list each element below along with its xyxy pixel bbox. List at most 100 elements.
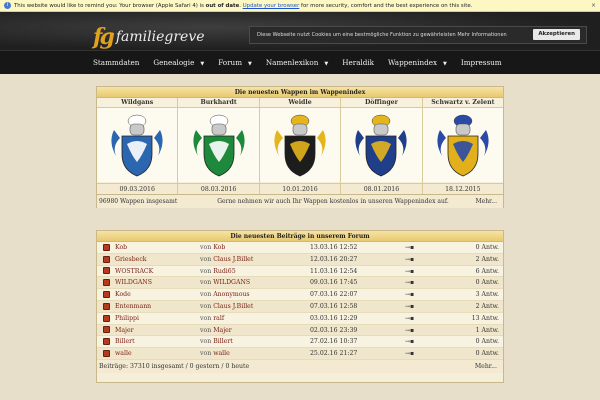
topic-book-icon — [97, 277, 115, 288]
von-label: von — [200, 338, 212, 346]
table-row[interactable]: walle von walle 25.02.16 21:27 →▪ 0 Antw. — [97, 348, 503, 360]
wappen-item[interactable]: Weidle 10.01.2016 — [259, 98, 342, 194]
table-row[interactable]: Kode von Anonymous 07.03.16 22:07 →▪ 3 Antw. — [97, 289, 503, 301]
last-post-icon[interactable]: →▪ — [405, 313, 460, 324]
topic-date: 12.03.16 20:27 — [310, 255, 358, 263]
author-name[interactable]: Claus J.Billet — [213, 256, 253, 263]
forum-more-link[interactable]: Mehr... — [469, 360, 503, 373]
wappen-name: Burkhardt — [178, 98, 259, 108]
coat-of-arms-icon[interactable] — [97, 108, 178, 182]
warning-bold: out of date — [205, 3, 240, 9]
last-post-icon[interactable]: →▪ — [405, 301, 460, 312]
last-post-icon[interactable]: →▪ — [405, 348, 460, 359]
topic-title[interactable]: Philippi — [115, 313, 200, 324]
topic-answers: 3 Antw. — [475, 291, 499, 299]
nav-item-label: Heraldik — [342, 58, 375, 67]
coat-of-arms-icon[interactable] — [259, 108, 341, 182]
topic-answers: 1 Antw. — [475, 326, 499, 334]
topic-answers: 0 Antw. — [475, 244, 499, 251]
author-name[interactable]: Rudi65 — [213, 268, 235, 275]
table-row[interactable]: WOSTRACK von Rudi65 11.03.16 12:54 →▪ 6 Antw… — [97, 265, 503, 278]
nav-item-heraldik[interactable]: Heraldik — [342, 51, 374, 74]
cookie-accept-button[interactable]: Akzeptieren — [533, 29, 580, 40]
topic-answers: 0 Antw. — [475, 279, 499, 287]
topic-date: 02.03.16 23:39 — [310, 326, 358, 334]
author-name[interactable]: Majer — [213, 327, 232, 334]
author-name[interactable]: walle — [213, 350, 230, 357]
nav-item-genealogie[interactable]: Genealogie ▼ — [153, 51, 204, 74]
table-row[interactable]: WILDGANS von WILDGANS 09.03.16 17:45 →▪ 0 An… — [97, 277, 503, 290]
table-row[interactable]: Kob von Kob 13.03.16 12:52 →▪ 0 Antw. — [97, 242, 503, 254]
author-name[interactable]: Claus J.Billet — [213, 303, 253, 310]
topic-author: von walle — [200, 348, 310, 359]
coat-of-arms-icon[interactable] — [178, 108, 259, 182]
author-name[interactable]: WILDGANS — [213, 279, 250, 286]
nav-item-label: Stammdaten — [93, 58, 140, 67]
topic-title[interactable]: Kode — [115, 289, 200, 300]
last-post-icon[interactable]: →▪ — [405, 266, 460, 277]
topic-title[interactable]: WILDGANS — [115, 277, 200, 288]
last-post-icon[interactable]: →▪ — [405, 336, 460, 347]
von-label: von — [200, 255, 212, 263]
nav-item-label: Genealogie — [153, 58, 195, 67]
topic-answers: 6 Antw. — [475, 267, 499, 275]
von-label: von — [200, 326, 212, 334]
wappen-notice: Gerne nehmen wir auch Ihr Wappen kostenl… — [217, 198, 449, 205]
wappen-date: 18.12.2015 — [422, 183, 504, 194]
wappen-more-link[interactable]: Mehr... — [469, 195, 503, 208]
caret-down-icon: ▼ — [324, 61, 329, 67]
nav-item-impressum[interactable]: Impressum — [461, 51, 502, 74]
author-name[interactable]: Anonymous — [213, 291, 249, 298]
site-logo[interactable]: fg familiegreve — [93, 26, 205, 48]
wappen-item[interactable]: Schwartz v. Zelent 18.12.2015 — [422, 98, 504, 194]
wappen-item[interactable]: Burkhardt 08.03.2016 — [178, 98, 260, 194]
wappen-name: Wildgans — [97, 98, 178, 108]
last-post-icon[interactable]: →▪ — [405, 242, 460, 253]
site-header: fg familiegreve Diese Webseite nutzt Coo… — [0, 12, 600, 50]
topic-title[interactable]: WOSTRACK — [115, 266, 200, 277]
last-post-icon[interactable]: →▪ — [405, 277, 460, 288]
nav-item-namenlexikon[interactable]: Namenlexikon ▼ — [266, 51, 328, 74]
topic-title[interactable]: walle — [115, 348, 200, 359]
topic-title[interactable]: Kob — [115, 242, 200, 253]
topic-date: 03.03.16 12:29 — [310, 314, 358, 322]
topic-author: von Anonymous — [200, 289, 310, 300]
author-name[interactable]: Billert — [213, 338, 233, 345]
topic-date: 25.02.16 21:27 — [310, 350, 358, 358]
nav-item-wappenindex[interactable]: Wappenindex ▼ — [388, 51, 447, 74]
close-icon[interactable]: × — [591, 0, 596, 11]
last-post-icon[interactable]: →▪ — [405, 289, 460, 300]
author-name[interactable]: ralf — [213, 315, 224, 322]
last-post-icon[interactable]: →▪ — [405, 325, 460, 336]
table-row[interactable]: Griesbeck von Claus J.Billet 12.03.16 20:2… — [97, 253, 503, 266]
table-row[interactable]: Billert von Billert 27.02.16 10:37 →▪ 0 Antw… — [97, 336, 503, 349]
nav-item-forum[interactable]: Forum ▼ — [218, 51, 252, 74]
info-icon: i — [4, 2, 11, 9]
topic-author: von WILDGANS — [200, 277, 310, 288]
logo-mark: fg — [93, 24, 115, 50]
von-label: von — [200, 314, 212, 322]
table-row[interactable]: Philippi von ralf 03.03.16 12:29 →▪ 13 Antw. — [97, 312, 503, 325]
coat-of-arms-icon[interactable] — [422, 108, 504, 182]
topic-title[interactable]: Griesbeck — [115, 254, 200, 265]
wappen-item[interactable]: Döffinger 08.01.2016 — [341, 98, 423, 194]
topic-title[interactable]: Majer — [115, 325, 200, 336]
von-label: von — [200, 279, 212, 287]
table-row[interactable]: Entenmann von Claus J.Billet 07.03.16 12:5… — [97, 300, 503, 313]
coat-of-arms-icon[interactable] — [341, 108, 422, 182]
last-post-icon[interactable]: →▪ — [405, 254, 460, 265]
table-row[interactable]: Majer von Majer 02.03.16 23:39 →▪ 1 Antw. — [97, 324, 503, 337]
warning-suffix: for more security, comfort and the best … — [299, 3, 473, 9]
cookie-more-link[interactable]: Mehr Informationen — [457, 32, 506, 38]
wappen-name: Schwartz v. Zelent — [422, 98, 504, 108]
author-name[interactable]: Kob — [213, 244, 225, 251]
update-browser-link[interactable]: Update your browser — [243, 3, 300, 9]
wappen-grid: Wildgans 09.03.2016 Burkhardt 08.03.2016 Wei… — [97, 98, 504, 194]
topic-answers: 2 Antw. — [475, 302, 499, 310]
topic-title[interactable]: Entenmann — [115, 301, 200, 312]
wappen-date: 10.01.2016 — [259, 183, 341, 194]
nav-item-stammdaten[interactable]: Stammdaten — [93, 51, 139, 74]
wappen-footer: 96980 Wappen insgesamt Gerne nehmen wir … — [97, 194, 503, 208]
wappen-item[interactable]: Wildgans 09.03.2016 — [97, 98, 179, 194]
topic-title[interactable]: Billert — [115, 336, 200, 347]
